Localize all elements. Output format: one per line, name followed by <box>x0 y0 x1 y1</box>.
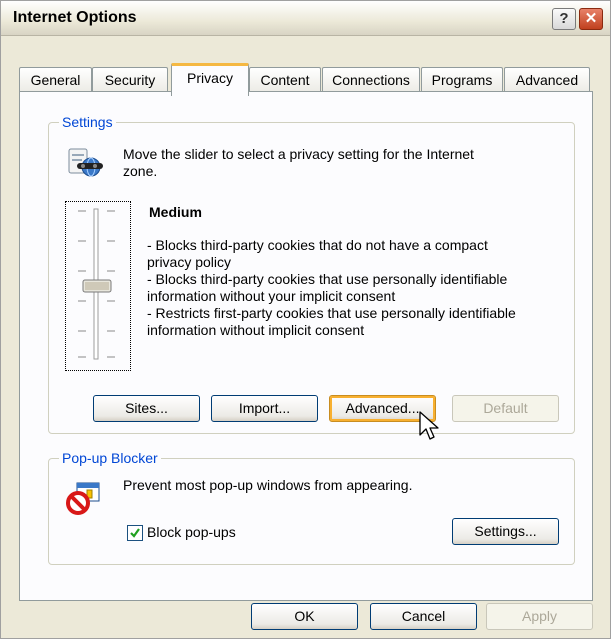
desc-line-5: - Restricts first-party cookies that use… <box>147 305 516 321</box>
settings-legend: Settings <box>59 114 116 130</box>
block-popups-label[interactable]: Block pop-ups <box>147 524 236 541</box>
block-popups-checkbox[interactable] <box>127 525 143 541</box>
settings-group: Settings Move the slider to select a pri… <box>48 114 575 440</box>
tab-content[interactable]: Content <box>249 67 321 92</box>
help-button[interactable]: ? <box>552 8 576 30</box>
popup-blocker-group: Pop-up Blocker Prevent most pop-up windo… <box>48 450 575 565</box>
privacy-level-title: Medium <box>149 204 202 220</box>
cancel-button[interactable]: Cancel <box>370 603 477 630</box>
desc-line-3: - Blocks third-party cookies that use pe… <box>147 271 508 287</box>
close-button[interactable]: ✕ <box>579 8 603 30</box>
desc-line-6: information without implicit consent <box>147 322 365 338</box>
checkmark-icon <box>130 528 140 538</box>
tab-connections[interactable]: Connections <box>322 67 420 92</box>
intro-line-1: Move the slider to select a privacy sett… <box>123 146 474 162</box>
sites-button[interactable]: Sites... <box>93 395 200 422</box>
tab-security[interactable]: Security <box>92 67 168 92</box>
mouse-cursor-icon <box>419 411 439 440</box>
popup-settings-button[interactable]: Settings... <box>452 518 559 545</box>
intro-line-2: zone. <box>123 163 158 179</box>
privacy-tab-panel: Settings Move the slider to select a pri… <box>19 91 593 601</box>
apply-button[interactable]: Apply <box>486 603 593 630</box>
window-title: Internet Options <box>13 9 137 26</box>
privacy-slider[interactable] <box>67 203 127 367</box>
popup-description: Prevent most pop-up windows from appeari… <box>123 477 413 493</box>
ok-button[interactable]: OK <box>251 603 358 630</box>
desc-line-4: information without your implicit consen… <box>147 288 396 304</box>
privacy-globe-icon <box>68 148 103 177</box>
desc-line-1: - Blocks third-party cookies that do not… <box>147 237 488 253</box>
desc-line-2: privacy policy <box>147 254 232 270</box>
tab-general[interactable]: General <box>19 67 92 92</box>
internet-options-window: Internet Options ? ✕ General Security Pr… <box>0 0 611 639</box>
tab-advanced[interactable]: Advanced <box>504 67 590 92</box>
import-button[interactable]: Import... <box>211 395 318 422</box>
title-bar[interactable]: Internet Options ? ✕ <box>1 1 610 36</box>
tab-programs[interactable]: Programs <box>421 67 503 92</box>
tab-privacy[interactable]: Privacy <box>171 63 249 96</box>
default-button[interactable]: Default <box>452 395 559 422</box>
popup-blocked-icon <box>66 482 100 515</box>
popup-legend: Pop-up Blocker <box>59 450 161 466</box>
